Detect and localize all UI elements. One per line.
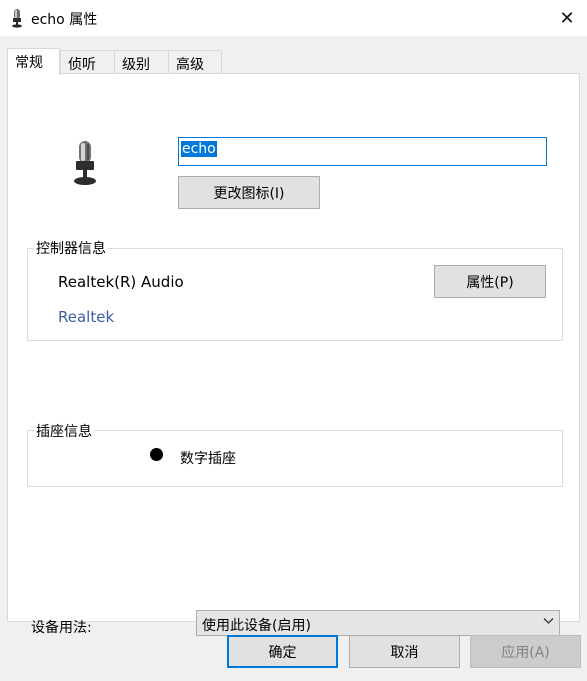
button-label: 确定 [268, 644, 297, 661]
window-title: echo 属性 [31, 12, 98, 28]
dialog-body: 常规 侦听 级别 高级 echo 更改图标(I) 控制器信息 Realtek(R… [0, 36, 587, 681]
jack-info-title: 插座信息 [34, 421, 94, 441]
tab-label: 常规 [15, 55, 43, 71]
microphone-icon [74, 141, 96, 185]
tab-label: 侦听 [68, 57, 96, 73]
device-usage-select[interactable]: 使用此设备(启用) [196, 610, 560, 636]
device-usage-value: 使用此设备(启用) [202, 618, 311, 634]
cancel-button[interactable]: 取消 [349, 635, 460, 668]
controller-properties-button[interactable]: 属性(P) [434, 265, 546, 298]
change-icon-button[interactable]: 更改图标(I) [178, 176, 320, 209]
ok-button[interactable]: 确定 [227, 635, 338, 668]
jack-type: 数字插座 [180, 451, 236, 467]
jack-info-group [27, 430, 563, 487]
tab-general[interactable]: 常规 [7, 48, 60, 75]
tab-label: 级别 [122, 57, 150, 73]
device-name-input[interactable]: echo [178, 137, 547, 166]
device-usage-label: 设备用法: [31, 620, 92, 636]
apply-button[interactable]: 应用(A) [470, 635, 581, 668]
general-tab-panel: echo 更改图标(I) 控制器信息 Realtek(R) Audio Real… [7, 73, 580, 636]
controller-info-title: 控制器信息 [34, 238, 108, 258]
jack-color-dot [150, 448, 163, 461]
chevron-down-icon [543, 618, 554, 624]
tab-label: 高级 [176, 57, 204, 73]
tab-advanced[interactable]: 高级 [168, 50, 222, 74]
close-icon: ✕ [559, 7, 575, 29]
button-label: 应用(A) [501, 644, 550, 661]
controller-name: Realtek(R) Audio [58, 273, 184, 291]
controller-vendor-link[interactable]: Realtek [58, 308, 114, 326]
microphone-icon [12, 9, 22, 28]
device-name-value: echo [181, 141, 217, 157]
title-bar: echo 属性 ✕ [0, 0, 587, 36]
button-label: 取消 [390, 644, 419, 661]
tab-levels[interactable]: 级别 [114, 50, 169, 74]
close-button[interactable]: ✕ [547, 0, 587, 36]
button-label: 更改图标(I) [213, 185, 285, 202]
tab-listen[interactable]: 侦听 [60, 50, 115, 74]
button-label: 属性(P) [466, 274, 514, 291]
